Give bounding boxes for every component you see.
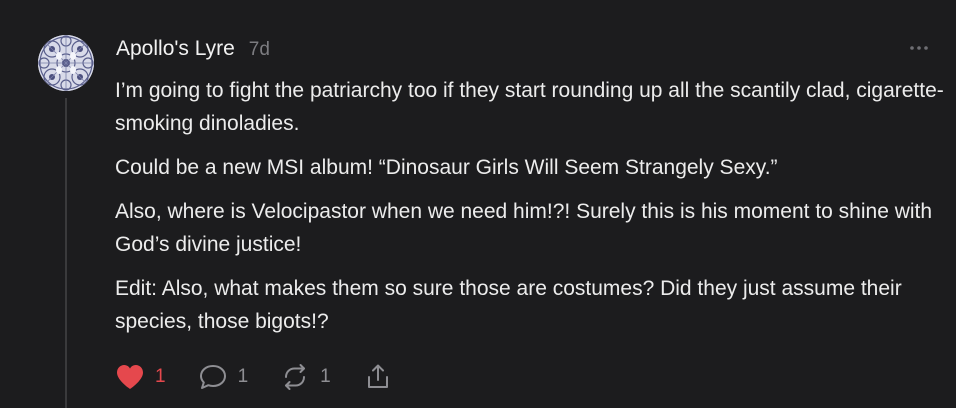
author-name[interactable]: Apollo's Lyre (116, 37, 235, 61)
reply-count: 1 (237, 366, 249, 387)
comment-paragraph: Also, where is Velocipastor when we need… (115, 200, 933, 256)
comment-paragraph: Edit: Also, what makes them so sure thos… (115, 277, 902, 333)
timestamp[interactable]: 7d (249, 39, 270, 61)
reply-button[interactable]: 1 (198, 363, 249, 391)
restack-count: 1 (320, 366, 331, 387)
restack-button[interactable]: 1 (280, 363, 331, 391)
action-bar: 1 1 1 (115, 360, 425, 394)
more-options-button[interactable] (908, 41, 930, 55)
comment-paragraph: I’m going to fight the patriarchy too if… (115, 79, 944, 135)
like-button[interactable]: 1 (115, 363, 166, 391)
more-horizontal-icon (910, 46, 928, 50)
restack-arrows-icon (285, 364, 306, 390)
share-upload-icon (367, 364, 388, 388)
like-count: 1 (155, 366, 166, 387)
speech-bubble-icon (199, 365, 226, 389)
comment-paragraph: Could be a new MSI album! “Dinosaur Girl… (115, 156, 778, 179)
share-button[interactable] (363, 363, 393, 391)
avatar[interactable] (38, 35, 94, 91)
thread-line[interactable] (65, 98, 67, 408)
heart-icon (117, 365, 143, 389)
comment-body: I’m going to fight the patriarchy too if… (115, 74, 945, 349)
avatar-pattern-icon (38, 35, 94, 91)
comment-header: Apollo's Lyre 7d (116, 37, 270, 63)
comment: Apollo's Lyre 7d I’m going to fight the … (0, 0, 956, 408)
